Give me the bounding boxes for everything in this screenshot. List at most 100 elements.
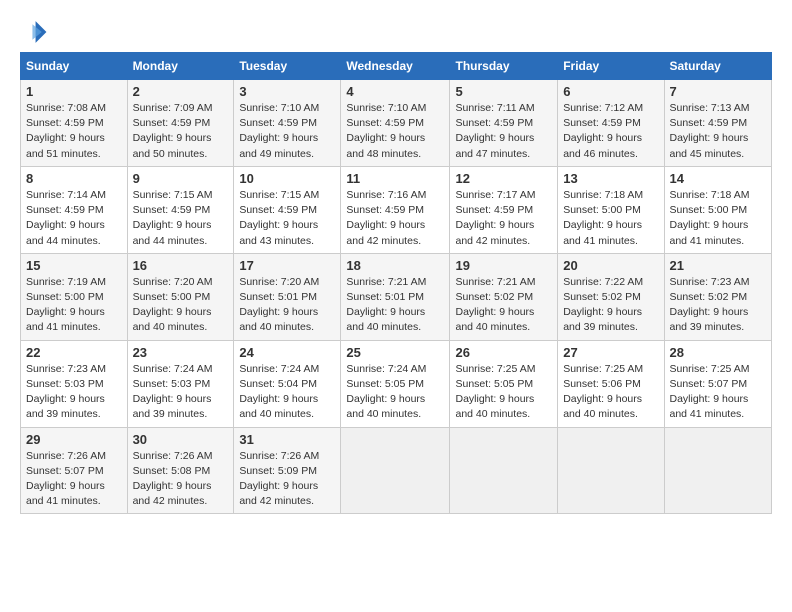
calendar-cell: 12Sunrise: 7:17 AM Sunset: 4:59 PM Dayli… — [450, 166, 558, 253]
day-number: 25 — [346, 345, 444, 360]
day-info: Sunrise: 7:25 AM Sunset: 5:06 PM Dayligh… — [563, 362, 658, 423]
calendar-header-row: SundayMondayTuesdayWednesdayThursdayFrid… — [21, 53, 772, 80]
day-number: 9 — [133, 171, 229, 186]
header — [20, 18, 772, 46]
day-number: 31 — [239, 432, 335, 447]
calendar-cell: 18 Sunrise: 7:21 AM Sunset: 5:01 PM Dayli… — [341, 253, 450, 340]
day-number: 26 — [455, 345, 552, 360]
day-info: Sunrise: 7:26 AM Sunset: 5:09 PM Dayligh… — [239, 449, 335, 510]
day-info: Sunrise: 7:24 AM Sunset: 5:04 PM Dayligh… — [239, 362, 335, 423]
day-info: Sunrise: 7:25 AM Sunset: 5:05 PM Dayligh… — [455, 362, 552, 423]
calendar-cell: 3Sunrise: 7:10 AM Sunset: 4:59 PM Daylig… — [234, 80, 341, 167]
day-number: 22 — [26, 345, 122, 360]
day-info: Sunrise: 7:26 AM Sunset: 5:08 PM Dayligh… — [133, 449, 229, 510]
day-number: 11 — [346, 171, 444, 186]
page-container: SundayMondayTuesdayWednesdayThursdayFrid… — [0, 0, 792, 524]
calendar-cell: 30 Sunrise: 7:26 AM Sunset: 5:08 PM Dayli… — [127, 427, 234, 514]
calendar-week-row: 15 Sunrise: 7:19 AM Sunset: 5:00 PM Dayli… — [21, 253, 772, 340]
calendar-cell: 2 Sunrise: 7:09 AM Sunset: 4:59 PM Daylig… — [127, 80, 234, 167]
day-info: Sunrise: 7:21 AM Sunset: 5:01 PM Dayligh… — [346, 275, 444, 336]
calendar-cell: 15 Sunrise: 7:19 AM Sunset: 5:00 PM Dayli… — [21, 253, 128, 340]
day-number: 23 — [133, 345, 229, 360]
day-number: 10 — [239, 171, 335, 186]
day-info: Sunrise: 7:16 AM Sunset: 4:59 PM Dayligh… — [346, 188, 444, 249]
calendar-cell: 1 Sunrise: 7:08 AM Sunset: 4:59 PM Daylig… — [21, 80, 128, 167]
calendar-cell: 27Sunrise: 7:25 AM Sunset: 5:06 PM Dayli… — [558, 340, 664, 427]
day-info: Sunrise: 7:19 AM Sunset: 5:00 PM Dayligh… — [26, 275, 122, 336]
calendar-table: SundayMondayTuesdayWednesdayThursdayFrid… — [20, 52, 772, 514]
day-info: Sunrise: 7:10 AM Sunset: 4:59 PM Dayligh… — [239, 101, 335, 162]
logo-icon — [20, 18, 48, 46]
day-number: 1 — [26, 84, 122, 99]
day-info: Sunrise: 7:18 AM Sunset: 5:00 PM Dayligh… — [670, 188, 767, 249]
calendar-cell: 26 Sunrise: 7:25 AM Sunset: 5:05 PM Dayli… — [450, 340, 558, 427]
day-info: Sunrise: 7:14 AM Sunset: 4:59 PM Dayligh… — [26, 188, 122, 249]
day-info: Sunrise: 7:24 AM Sunset: 5:05 PM Dayligh… — [346, 362, 444, 423]
day-info: Sunrise: 7:13 AM Sunset: 4:59 PM Dayligh… — [670, 101, 767, 162]
calendar-cell: 4 Sunrise: 7:10 AM Sunset: 4:59 PM Daylig… — [341, 80, 450, 167]
weekday-header: Friday — [558, 53, 664, 80]
day-number: 6 — [563, 84, 658, 99]
day-number: 13 — [563, 171, 658, 186]
day-number: 2 — [133, 84, 229, 99]
day-number: 17 — [239, 258, 335, 273]
day-number: 24 — [239, 345, 335, 360]
day-info: Sunrise: 7:18 AM Sunset: 5:00 PM Dayligh… — [563, 188, 658, 249]
calendar-cell: 29 Sunrise: 7:26 AM Sunset: 5:07 PM Dayli… — [21, 427, 128, 514]
day-info: Sunrise: 7:23 AM Sunset: 5:03 PM Dayligh… — [26, 362, 122, 423]
calendar-cell: 9 Sunrise: 7:15 AM Sunset: 4:59 PM Daylig… — [127, 166, 234, 253]
day-info: Sunrise: 7:21 AM Sunset: 5:02 PM Dayligh… — [455, 275, 552, 336]
calendar-cell: 21 Sunrise: 7:23 AM Sunset: 5:02 PM Dayli… — [664, 253, 772, 340]
weekday-header: Saturday — [664, 53, 772, 80]
day-number: 18 — [346, 258, 444, 273]
day-number: 15 — [26, 258, 122, 273]
weekday-header: Wednesday — [341, 53, 450, 80]
day-info: Sunrise: 7:25 AM Sunset: 5:07 PM Dayligh… — [670, 362, 767, 423]
weekday-header: Sunday — [21, 53, 128, 80]
calendar-cell: 5Sunrise: 7:11 AM Sunset: 4:59 PM Daylig… — [450, 80, 558, 167]
logo — [20, 18, 54, 46]
day-info: Sunrise: 7:15 AM Sunset: 4:59 PM Dayligh… — [239, 188, 335, 249]
calendar-cell — [558, 427, 664, 514]
calendar-cell: 13 Sunrise: 7:18 AM Sunset: 5:00 PM Dayli… — [558, 166, 664, 253]
weekday-header: Thursday — [450, 53, 558, 80]
calendar-cell: 7 Sunrise: 7:13 AM Sunset: 4:59 PM Daylig… — [664, 80, 772, 167]
day-info: Sunrise: 7:09 AM Sunset: 4:59 PM Dayligh… — [133, 101, 229, 162]
day-number: 30 — [133, 432, 229, 447]
day-info: Sunrise: 7:10 AM Sunset: 4:59 PM Dayligh… — [346, 101, 444, 162]
calendar-cell: 28Sunrise: 7:25 AM Sunset: 5:07 PM Dayli… — [664, 340, 772, 427]
calendar-cell: 8 Sunrise: 7:14 AM Sunset: 4:59 PM Daylig… — [21, 166, 128, 253]
calendar-week-row: 1 Sunrise: 7:08 AM Sunset: 4:59 PM Daylig… — [21, 80, 772, 167]
day-info: Sunrise: 7:20 AM Sunset: 5:00 PM Dayligh… — [133, 275, 229, 336]
calendar-cell — [341, 427, 450, 514]
calendar-cell: 14 Sunrise: 7:18 AM Sunset: 5:00 PM Dayli… — [664, 166, 772, 253]
day-number: 8 — [26, 171, 122, 186]
day-info: Sunrise: 7:15 AM Sunset: 4:59 PM Dayligh… — [133, 188, 229, 249]
day-number: 29 — [26, 432, 122, 447]
calendar-cell: 24 Sunrise: 7:24 AM Sunset: 5:04 PM Dayli… — [234, 340, 341, 427]
day-info: Sunrise: 7:20 AM Sunset: 5:01 PM Dayligh… — [239, 275, 335, 336]
calendar-cell: 23Sunrise: 7:24 AM Sunset: 5:03 PM Dayli… — [127, 340, 234, 427]
day-number: 12 — [455, 171, 552, 186]
calendar-cell — [664, 427, 772, 514]
calendar-cell: 20Sunrise: 7:22 AM Sunset: 5:02 PM Dayli… — [558, 253, 664, 340]
day-info: Sunrise: 7:11 AM Sunset: 4:59 PM Dayligh… — [455, 101, 552, 162]
day-info: Sunrise: 7:12 AM Sunset: 4:59 PM Dayligh… — [563, 101, 658, 162]
calendar-cell — [450, 427, 558, 514]
calendar-week-row: 29 Sunrise: 7:26 AM Sunset: 5:07 PM Dayli… — [21, 427, 772, 514]
day-number: 4 — [346, 84, 444, 99]
day-info: Sunrise: 7:08 AM Sunset: 4:59 PM Dayligh… — [26, 101, 122, 162]
calendar-week-row: 8 Sunrise: 7:14 AM Sunset: 4:59 PM Daylig… — [21, 166, 772, 253]
day-info: Sunrise: 7:22 AM Sunset: 5:02 PM Dayligh… — [563, 275, 658, 336]
calendar-week-row: 22 Sunrise: 7:23 AM Sunset: 5:03 PM Dayli… — [21, 340, 772, 427]
weekday-header: Monday — [127, 53, 234, 80]
day-number: 7 — [670, 84, 767, 99]
day-number: 19 — [455, 258, 552, 273]
day-info: Sunrise: 7:26 AM Sunset: 5:07 PM Dayligh… — [26, 449, 122, 510]
calendar-cell: 10 Sunrise: 7:15 AM Sunset: 4:59 PM Dayli… — [234, 166, 341, 253]
calendar-cell: 22 Sunrise: 7:23 AM Sunset: 5:03 PM Dayli… — [21, 340, 128, 427]
calendar-cell: 19 Sunrise: 7:21 AM Sunset: 5:02 PM Dayli… — [450, 253, 558, 340]
day-info: Sunrise: 7:23 AM Sunset: 5:02 PM Dayligh… — [670, 275, 767, 336]
day-number: 21 — [670, 258, 767, 273]
day-number: 14 — [670, 171, 767, 186]
